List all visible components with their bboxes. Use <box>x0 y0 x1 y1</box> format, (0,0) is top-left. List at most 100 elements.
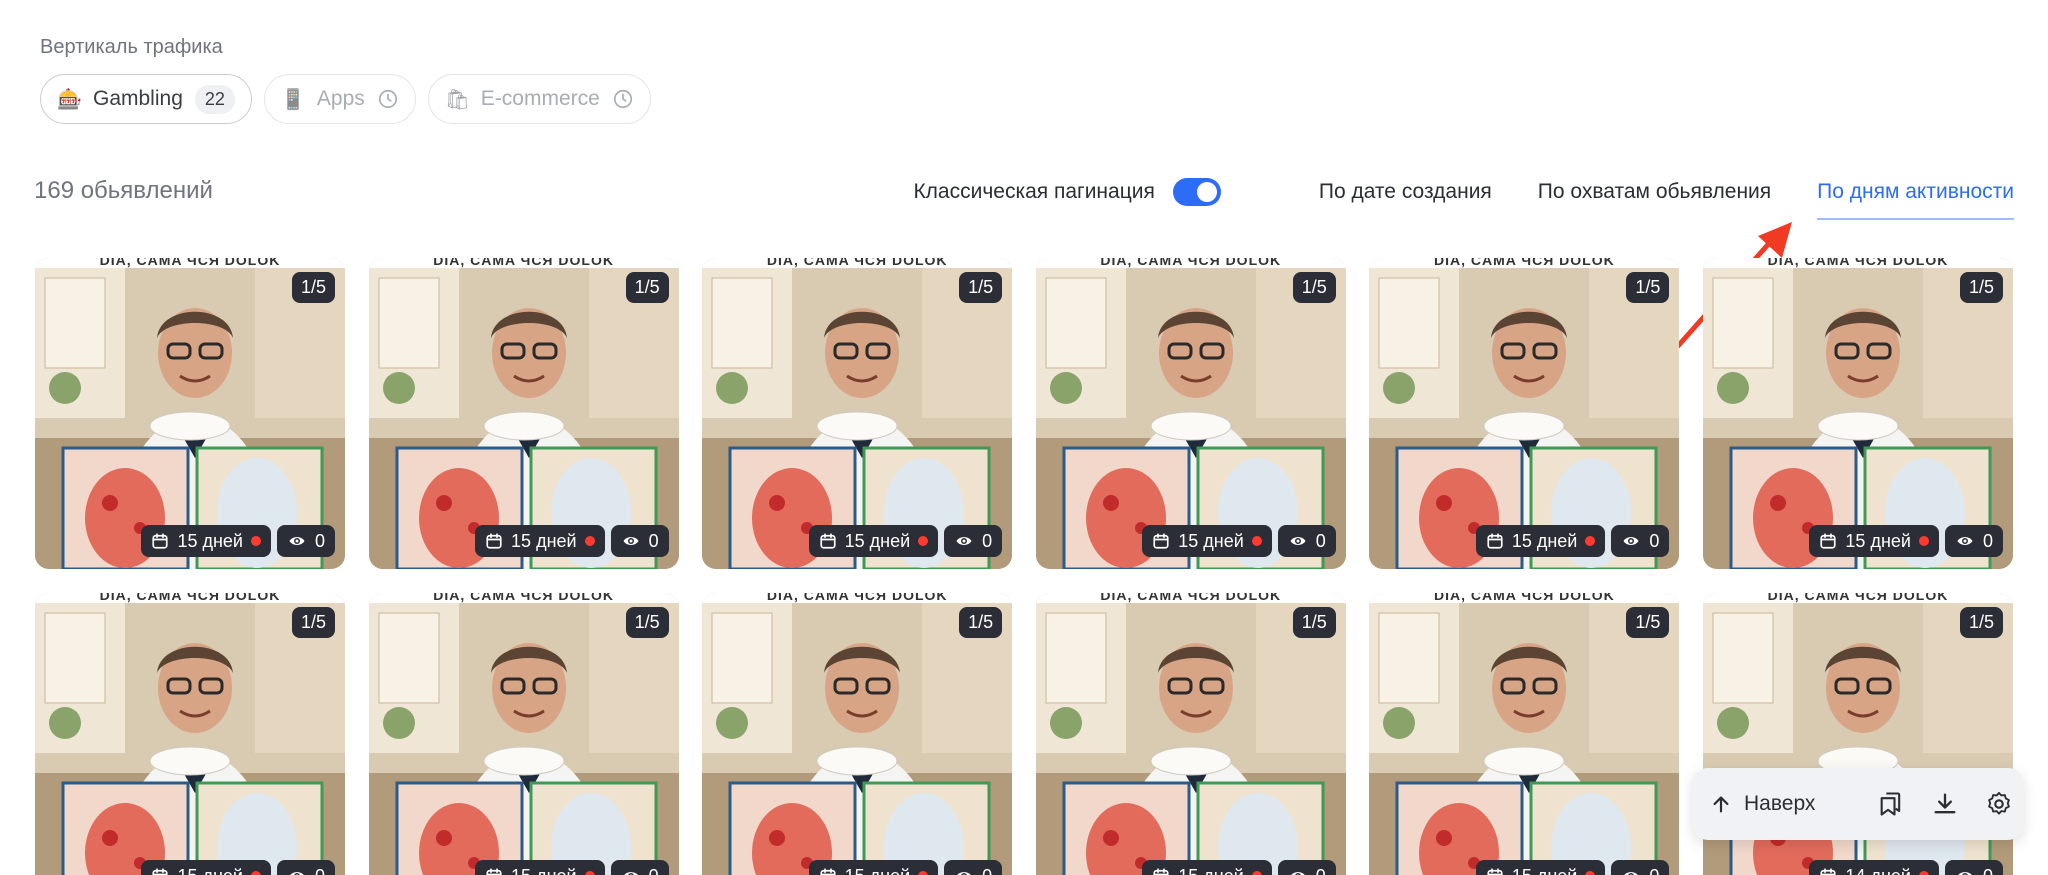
ad-creative-image <box>1702 258 2013 569</box>
sort-by-active-days[interactable]: По дням активности <box>1817 174 2014 220</box>
ad-card[interactable]: DIA, CAMA ЧСЯ DOLOK 1/5 15 дней 0 <box>1702 258 2013 569</box>
creative-caption: DIA, CAMA ЧСЯ DOLOK <box>1702 593 2013 603</box>
views-count: 0 <box>314 530 325 551</box>
ad-card[interactable]: DIA, CAMA ЧСЯ DOLOK 1/5 15 дней 0 <box>368 258 679 569</box>
active-days-text: 15 дней <box>844 530 911 551</box>
active-days-badge: 15 дней <box>1142 525 1272 557</box>
shopping-bags-icon: 🛍 <box>444 88 471 111</box>
chip-gambling[interactable]: 🎰 Gambling 22 <box>40 74 252 124</box>
creative-caption: DIA, CAMA ЧСЯ DOLOK <box>1369 593 1680 603</box>
slide-counter-badge: 1/5 <box>291 607 335 638</box>
calendar-icon <box>1820 533 1836 549</box>
active-days-text: 15 дней <box>511 866 577 875</box>
creative-caption: DIA, CAMA ЧСЯ DOLOK <box>368 593 679 603</box>
creative-caption: DIA, CAMA ЧСЯ DOLOK <box>702 593 1013 603</box>
creative-caption: DIA, CAMA ЧСЯ DOLOK <box>1035 593 1346 603</box>
ad-card[interactable]: DIA, CAMA ЧСЯ DOLOK 1/5 15 дней 0 <box>35 258 345 569</box>
views-count: 0 <box>1649 866 1659 875</box>
creative-caption: DIA, CAMA ЧСЯ DOLOK <box>1702 258 2013 268</box>
toggle-knob <box>1196 182 1217 202</box>
ad-card[interactable]: DIA, CAMA ЧСЯ DOLOK 1/5 15 дней 0 <box>35 593 345 875</box>
views-badge: 0 <box>1611 525 1670 557</box>
views-badge: 0 <box>1944 860 2003 875</box>
sort-by-reach[interactable]: По охватам обьявления <box>1538 174 1771 210</box>
scroll-to-top-button[interactable]: Наверх <box>1710 792 1815 816</box>
active-days-text: 15 дней <box>1511 530 1578 551</box>
ad-meta: 15 дней 0 <box>1142 860 1336 875</box>
active-days-badge: 14 дней <box>1809 860 1939 875</box>
scroll-to-top-label: Наверх <box>1744 792 1816 815</box>
slide-counter-badge: 1/5 <box>1626 607 1670 638</box>
slide-counter-badge: 1/5 <box>625 272 669 303</box>
calendar-icon <box>152 868 169 875</box>
settings-button[interactable] <box>1985 789 2013 819</box>
calendar-icon <box>820 868 836 875</box>
clock-icon <box>613 89 632 109</box>
bookmarks-button[interactable] <box>1877 789 1905 819</box>
chip-label: E-commerce <box>480 87 600 110</box>
eye-icon <box>1291 872 1305 875</box>
creative-caption: DIA, CAMA ЧСЯ DOLOK <box>35 258 345 268</box>
results-count: 169 обьявлений <box>34 177 213 204</box>
pagination-toggle[interactable] <box>1172 178 1221 206</box>
live-indicator-dot <box>1918 871 1929 875</box>
ad-meta: 15 дней 0 <box>141 525 335 557</box>
eye-icon <box>1290 537 1306 545</box>
chip-apps[interactable]: 📱 Apps <box>263 74 416 124</box>
ad-card[interactable]: DIA, CAMA ЧСЯ DOLOK 1/5 15 дней 0 <box>1369 258 1680 569</box>
ad-meta: 15 дней 0 <box>1809 525 2003 557</box>
ad-card[interactable]: DIA, CAMA ЧСЯ DOLOK 1/5 15 дней 0 <box>1035 258 1346 569</box>
active-days-badge: 15 дней <box>1142 860 1272 875</box>
ad-card[interactable]: DIA, CAMA ЧСЯ DOLOK 1/5 15 дней 0 <box>702 258 1013 569</box>
active-days-badge: 15 дней <box>475 525 605 557</box>
ad-meta: 15 дней 0 <box>1475 860 1670 875</box>
creative-caption: DIA, CAMA ЧСЯ DOLOK <box>702 258 1013 268</box>
slide-counter-badge: 1/5 <box>625 607 669 638</box>
views-count: 0 <box>649 866 659 875</box>
active-days-text: 15 дней <box>1512 866 1578 875</box>
active-days-text: 15 дней <box>177 530 243 551</box>
live-indicator-dot <box>918 871 929 875</box>
views-count: 0 <box>1983 866 1993 875</box>
views-count: 0 <box>1315 530 1326 551</box>
download-button[interactable] <box>1931 789 1959 819</box>
views-badge: 0 <box>610 525 669 557</box>
download-icon <box>1934 793 1956 814</box>
sort-by-created[interactable]: По дате создания <box>1319 174 1492 210</box>
ad-meta: 15 дней 0 <box>475 525 669 557</box>
calendar-icon <box>1153 868 1169 875</box>
views-badge: 0 <box>1277 860 1336 875</box>
ad-card[interactable]: DIA, CAMA ЧСЯ DOLOK 1/5 15 дней 0 <box>702 593 1013 875</box>
live-indicator-dot <box>250 536 261 546</box>
active-days-text: 15 дней <box>1845 530 1911 551</box>
eye-icon <box>623 537 639 545</box>
ad-creative-image <box>1035 258 1346 569</box>
ad-card[interactable]: DIA, CAMA ЧСЯ DOLOK 1/5 15 дней 0 <box>368 593 679 875</box>
calendar-icon <box>486 533 502 549</box>
views-count: 0 <box>648 530 659 551</box>
active-days-text: 15 дней <box>1178 530 1244 551</box>
eye-icon <box>1958 872 1972 875</box>
ad-creative-image <box>35 258 345 569</box>
views-badge: 0 <box>276 525 335 557</box>
views-badge: 0 <box>276 860 335 875</box>
calendar-icon <box>1487 868 1503 875</box>
live-indicator-dot <box>1918 536 1929 546</box>
views-badge: 0 <box>1277 525 1336 557</box>
slide-counter-badge: 1/5 <box>1959 607 2003 638</box>
calendar-icon <box>1487 533 1503 549</box>
ad-card[interactable]: DIA, CAMA ЧСЯ DOLOK 1/5 15 дней 0 <box>1035 593 1346 875</box>
slide-counter-badge: 1/5 <box>959 607 1003 638</box>
eye-icon <box>623 872 638 875</box>
ad-meta: 15 дней 0 <box>141 860 335 875</box>
chip-ecommerce[interactable]: 🛍 E-commerce <box>427 74 651 124</box>
live-indicator-dot <box>1585 536 1596 546</box>
eye-icon <box>957 872 971 875</box>
active-days-badge: 15 дней <box>808 525 939 557</box>
live-indicator-dot <box>1251 871 1262 875</box>
ad-card[interactable]: DIA, CAMA ЧСЯ DOLOK 1/5 15 дней 0 <box>1369 593 1680 875</box>
slide-counter-badge: 1/5 <box>1292 607 1336 638</box>
eye-icon <box>1623 537 1639 545</box>
active-days-badge: 15 дней <box>141 525 271 557</box>
ad-meta: 15 дней 0 <box>1475 525 1670 557</box>
